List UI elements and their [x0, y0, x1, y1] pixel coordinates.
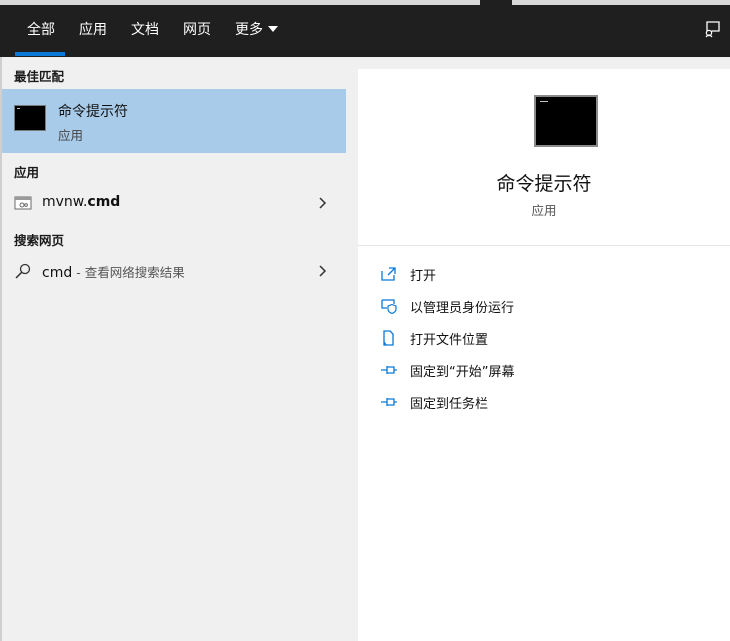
action-label: 固定到“开始”屏幕	[410, 365, 515, 380]
web-search-hint: - 查看网络搜索结果	[72, 265, 185, 280]
app-result-label-plain: mvnw.	[42, 194, 88, 210]
details-margin-left	[346, 57, 358, 641]
admin-shield-icon	[381, 299, 397, 314]
details-margin-top	[346, 57, 730, 69]
tab-documents[interactable]: 文档	[131, 20, 159, 40]
search-tabs-bar: 全部 应用 文档 网页 更多	[0, 0, 730, 57]
details-pane: 命令提示符 应用 打开 以管理员身份运行 打开文件位置 固定到“开始”屏幕 固定…	[358, 69, 730, 641]
top-strip	[512, 0, 730, 5]
action-label: 以管理员身份运行	[410, 301, 515, 316]
web-search-header: 搜索网页	[14, 233, 65, 248]
action-run-as-admin[interactable]: 以管理员身份运行	[380, 294, 700, 318]
tab-more-label: 更多	[235, 22, 263, 38]
best-match-item[interactable]: 命令提示符 应用	[2, 89, 346, 153]
app-result-mvnw[interactable]: mvnw.cmd	[2, 187, 346, 219]
tab-all[interactable]: 全部	[27, 20, 55, 40]
action-label: 固定到任务栏	[410, 397, 489, 412]
feedback-icon[interactable]	[703, 20, 721, 38]
command-prompt-icon	[534, 95, 598, 147]
best-match-subtitle: 应用	[58, 128, 84, 143]
app-result-label: mvnw.cmd	[42, 194, 120, 210]
chevron-right-icon[interactable]	[317, 196, 327, 210]
best-match-title: 命令提示符	[58, 104, 128, 120]
action-label: 打开	[410, 269, 437, 284]
action-pin-to-taskbar[interactable]: 固定到任务栏	[380, 390, 700, 414]
web-search-query: cmd	[42, 265, 73, 281]
open-icon	[381, 267, 396, 281]
details-subtitle: 应用	[531, 203, 557, 218]
file-location-icon	[383, 330, 394, 346]
tab-web[interactable]: 网页	[183, 20, 211, 40]
search-icon	[15, 263, 31, 279]
action-open-file-location[interactable]: 打开文件位置	[380, 326, 700, 350]
tab-apps[interactable]: 应用	[79, 20, 107, 40]
top-strip	[0, 0, 480, 5]
active-tab-indicator	[15, 52, 65, 56]
web-search-result[interactable]: cmd - 查看网络搜索结果	[2, 255, 346, 287]
command-prompt-icon	[14, 105, 46, 131]
action-pin-to-start[interactable]: 固定到“开始”屏幕	[380, 358, 700, 382]
details-divider	[358, 245, 730, 246]
pin-icon	[381, 366, 397, 374]
app-result-label-bold: cmd	[87, 194, 121, 210]
script-file-icon	[14, 196, 32, 210]
chevron-down-icon	[268, 26, 278, 32]
pin-icon	[381, 398, 397, 406]
action-label: 打开文件位置	[410, 333, 489, 348]
apps-header: 应用	[14, 165, 40, 180]
best-match-header: 最佳匹配	[14, 69, 65, 84]
details-title: 命令提示符	[496, 173, 592, 195]
tab-more[interactable]: 更多	[235, 20, 278, 40]
chevron-right-icon[interactable]	[317, 264, 327, 278]
action-open[interactable]: 打开	[380, 262, 700, 286]
web-search-label: cmd - 查看网络搜索结果	[42, 262, 185, 281]
results-pane: 最佳匹配 命令提示符 应用 应用 mvnw.cmd 搜索网页 cmd - 查看网…	[0, 57, 346, 641]
